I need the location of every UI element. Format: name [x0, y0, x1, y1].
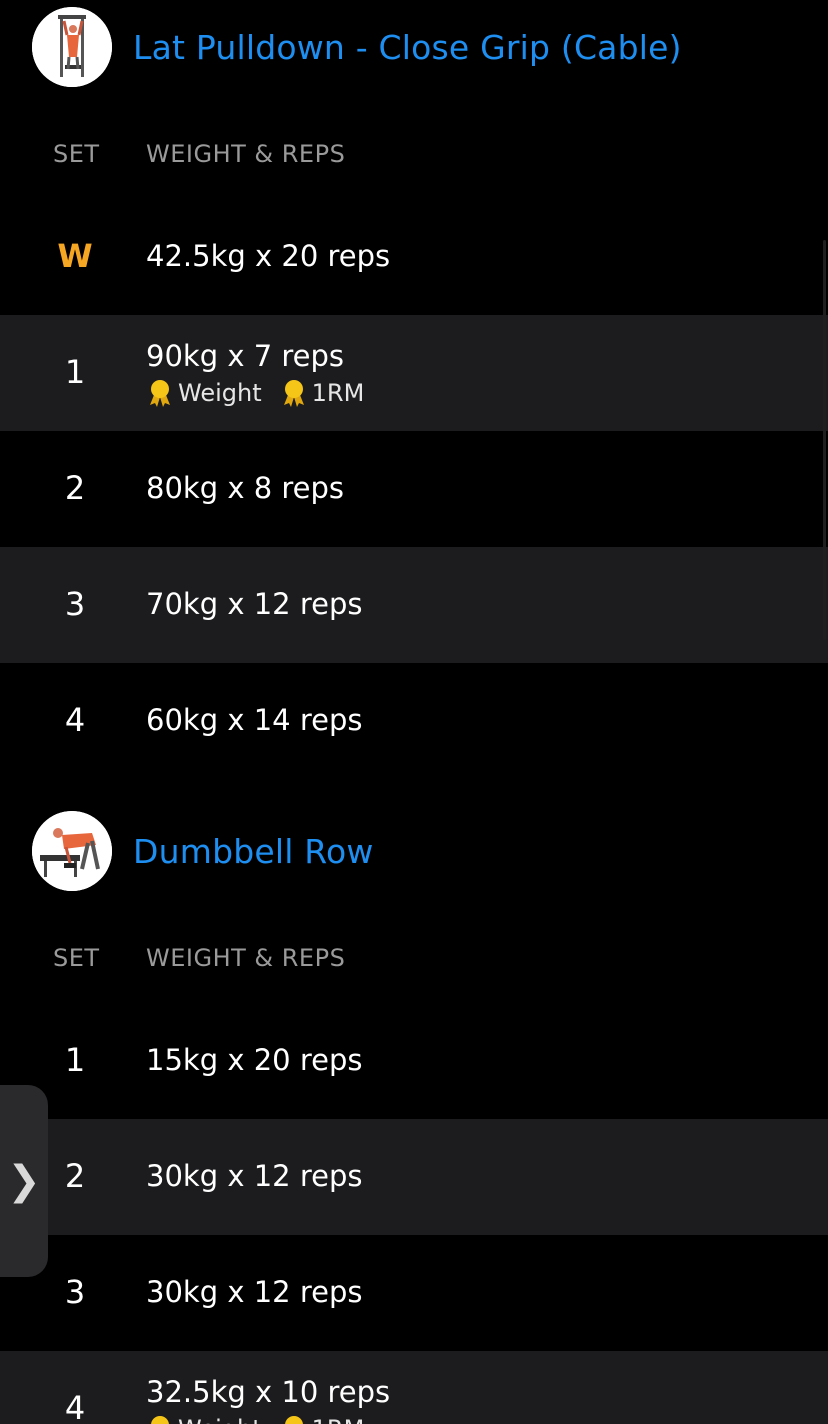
exercise-title[interactable]: Dumbbell Row: [133, 832, 374, 871]
exercise-title[interactable]: Lat Pulldown - Close Grip (Cable): [133, 28, 682, 67]
dumbbell-row-icon: [32, 811, 112, 891]
personal-record-badges: Weight 1RM: [146, 379, 382, 407]
pr-label: Weight: [178, 1415, 262, 1424]
set-number: 3: [64, 585, 86, 623]
set-row[interactable]: 3 70kg x 12 reps: [0, 547, 828, 663]
medal-icon: [284, 1416, 303, 1424]
pr-badge: Weight: [146, 379, 262, 407]
set-number: 1: [64, 1041, 86, 1079]
exercise-header[interactable]: Dumbbell Row: [0, 811, 828, 891]
set-row[interactable]: 1 90kg x 7 reps Weight 1RM: [0, 315, 828, 431]
set-weight-reps: 30kg x 12 reps: [146, 1275, 363, 1309]
column-header: SET WEIGHT & REPS: [0, 134, 828, 174]
pr-label: Weight: [178, 379, 262, 407]
workout-detail-page: Lat Pulldown - Close Grip (Cable) SET WE…: [0, 0, 828, 1424]
set-weight-reps: 70kg x 12 reps: [146, 587, 363, 621]
set-row[interactable]: 4 32.5kg x 10 reps Weight 1RM: [0, 1351, 828, 1424]
set-row[interactable]: 1 15kg x 20 reps: [0, 1003, 828, 1119]
medal-icon: [283, 380, 304, 407]
set-column-label: SET: [53, 140, 100, 168]
pr-badge: Weight: [146, 1415, 262, 1424]
side-drawer-tab[interactable]: ❯: [0, 1085, 48, 1277]
set-row[interactable]: 2 80kg x 8 reps: [0, 431, 828, 547]
set-weight-reps: 32.5kg x 10 reps: [146, 1375, 391, 1409]
personal-record-badges: Weight 1RM: [146, 1415, 382, 1424]
medal-icon: [150, 380, 170, 407]
weight-reps-column-label: WEIGHT & REPS: [146, 944, 346, 972]
set-number: W: [57, 237, 93, 275]
pr-label: 1RM: [311, 379, 365, 407]
weight-reps-column-label: WEIGHT & REPS: [146, 140, 346, 168]
set-row[interactable]: 3 30kg x 12 reps: [0, 1235, 828, 1351]
lat-pulldown-machine-icon: [32, 7, 112, 87]
set-column-label: SET: [53, 944, 100, 972]
set-number: 2: [64, 1157, 86, 1195]
chevron-right-icon: ❯: [7, 1158, 41, 1204]
set-weight-reps: 80kg x 8 reps: [146, 471, 345, 505]
medal-icon: [151, 1416, 169, 1424]
set-weight-reps: 30kg x 12 reps: [146, 1159, 363, 1193]
set-row[interactable]: W 42.5kg x 20 reps: [0, 199, 828, 315]
pr-label: 1RM: [312, 1415, 365, 1424]
set-number: 3: [64, 1273, 86, 1311]
exercise-header[interactable]: Lat Pulldown - Close Grip (Cable): [0, 7, 828, 87]
set-number: 4: [64, 1389, 86, 1424]
set-weight-reps: 90kg x 7 reps: [146, 339, 345, 373]
column-header: SET WEIGHT & REPS: [0, 938, 828, 978]
pr-badge: 1RM: [280, 379, 365, 407]
set-row[interactable]: 2 30kg x 12 reps: [0, 1119, 828, 1235]
set-number: 2: [64, 469, 86, 507]
set-number: 1: [64, 353, 86, 391]
set-weight-reps: 60kg x 14 reps: [146, 703, 363, 737]
set-number: 4: [64, 701, 86, 739]
set-weight-reps: 15kg x 20 reps: [146, 1043, 363, 1077]
scrollbar[interactable]: [823, 240, 826, 640]
pr-badge: 1RM: [280, 1415, 365, 1424]
set-weight-reps: 42.5kg x 20 reps: [146, 239, 391, 273]
set-row[interactable]: 4 60kg x 14 reps: [0, 663, 828, 779]
